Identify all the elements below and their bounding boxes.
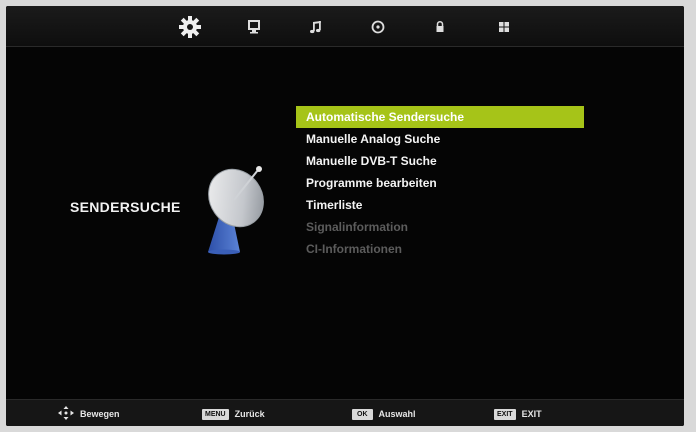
satellite-dish-icon: [194, 156, 274, 261]
hint-back: MENU Zurück: [202, 406, 265, 422]
tab-lock[interactable]: [426, 14, 454, 40]
tv-screen: SENDERSUCHE Automatische Sendersuche Man…: [6, 6, 684, 426]
exit-key: EXIT: [494, 408, 516, 420]
footer-hint-bar: Bewegen MENU Zurück OK Auswahl EXIT EXIT: [6, 399, 684, 426]
monitor-icon: [247, 20, 261, 34]
gear-icon: [178, 15, 202, 39]
menu-item-automatic-search[interactable]: Automatische Sendersuche: [296, 106, 584, 128]
menu-item-ci-information: CI-Informationen: [306, 242, 402, 256]
hint-exit-label: EXIT: [521, 409, 542, 419]
tab-apps[interactable]: [490, 14, 518, 40]
menu-item-timer-list[interactable]: Timerliste: [296, 194, 584, 216]
grid-icon: [497, 20, 511, 34]
ok-key: OK: [352, 408, 373, 420]
menu-item-manual-dvbt-search[interactable]: Manuelle DVB-T Suche: [296, 150, 584, 172]
hint-select: OK Auswahl: [352, 406, 416, 422]
menu-item-edit-programmes[interactable]: Programme bearbeiten: [296, 172, 584, 194]
clock-icon: [371, 20, 385, 34]
category-title: SENDERSUCHE: [70, 199, 181, 215]
hint-move: Bewegen: [58, 406, 120, 422]
tab-picture[interactable]: [240, 14, 268, 40]
hint-select-label: Auswahl: [378, 409, 416, 419]
hint-back-label: Zurück: [234, 409, 265, 419]
tab-time[interactable]: [364, 14, 392, 40]
menu-item-signal-information: Signalinformation: [306, 220, 408, 234]
hint-move-label: Bewegen: [80, 409, 120, 419]
hint-exit: EXIT EXIT: [494, 406, 542, 422]
lock-icon: [433, 20, 447, 34]
menu-item-manual-analog-search[interactable]: Manuelle Analog Suche: [296, 128, 584, 150]
top-menu-bar: [6, 6, 684, 47]
tab-setup[interactable]: [176, 14, 204, 40]
channel-search-menu: Automatische Sendersuche Manuelle Analog…: [296, 106, 584, 260]
tab-sound[interactable]: [302, 14, 330, 40]
music-note-icon: [309, 20, 323, 34]
menu-key: MENU: [202, 408, 229, 420]
dpad-arrows-icon: [58, 406, 74, 422]
